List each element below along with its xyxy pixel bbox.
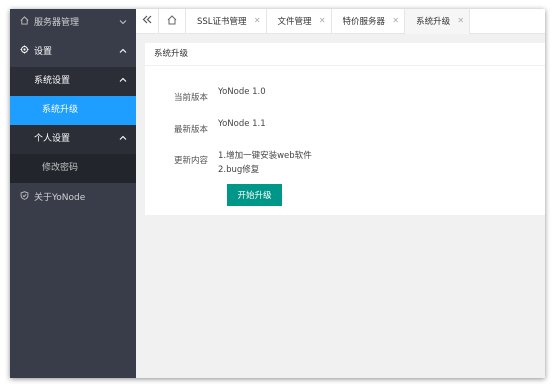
tab-ssl-certificates[interactable]: SSL证书管理 ✕ — [186, 9, 267, 33]
close-icon[interactable]: ✕ — [457, 16, 464, 25]
collapse-tabs-button[interactable] — [136, 9, 159, 33]
sidebar-item-label: 系统设置 — [34, 76, 71, 86]
close-icon[interactable]: ✕ — [392, 16, 399, 25]
chevron-down-icon — [119, 9, 127, 38]
tab-bar: SSL证书管理 ✕ 文件管理 ✕ 特价服务器 ✕ 系统升级 ✕ — [136, 9, 545, 34]
sidebar-item-change-password[interactable]: 修改密码 — [10, 154, 136, 183]
changes-label: 更新内容 — [173, 156, 208, 166]
tab-label: 系统升级 — [416, 17, 451, 27]
change-item: 1.增加一键安装web软件 — [218, 151, 312, 161]
home-tab-button[interactable] — [159, 9, 186, 33]
start-upgrade-button[interactable]: 开始升级 — [227, 184, 282, 206]
home-icon — [18, 9, 30, 38]
sidebar-item-about[interactable]: 关于YoNode — [10, 184, 136, 213]
close-icon[interactable]: ✕ — [254, 16, 261, 25]
latest-version-value: YoNode 1.1 — [218, 119, 266, 129]
latest-version-label: 最新版本 — [173, 125, 208, 135]
sidebar-item-settings[interactable]: 设置 — [10, 38, 136, 67]
main-area: SSL证书管理 ✕ 文件管理 ✕ 特价服务器 ✕ 系统升级 ✕ 系统升级 当前版… — [136, 9, 545, 378]
upgrade-card: 系统升级 当前版本 YoNode 1.0 最新版本 YoNode 1.1 更新内… — [145, 43, 545, 215]
double-chevron-left-icon — [142, 15, 152, 27]
current-version-label: 当前版本 — [173, 93, 208, 103]
tab-label: 特价服务器 — [342, 17, 386, 27]
tab-special-servers[interactable]: 特价服务器 ✕ — [332, 9, 406, 33]
gear-icon — [18, 38, 30, 67]
chevron-up-icon — [119, 38, 127, 67]
close-icon[interactable]: ✕ — [319, 16, 326, 25]
sidebar-item-label: 服务器管理 — [34, 18, 80, 28]
tab-label: SSL证书管理 — [197, 17, 247, 27]
sidebar-item-label: 设置 — [34, 47, 53, 57]
sidebar-item-label: 关于YoNode — [34, 193, 86, 203]
app-window: 服务器管理 设置 系统设置 系统升级 个人设置 修改密码 关于YoNode SS… — [10, 9, 545, 378]
sidebar: 服务器管理 设置 系统设置 系统升级 个人设置 修改密码 关于YoNode — [10, 9, 136, 378]
sidebar-submenu-settings: 系统设置 系统升级 个人设置 修改密码 — [10, 67, 136, 183]
sidebar-item-system-upgrade[interactable]: 系统升级 — [10, 96, 136, 125]
current-version-value: YoNode 1.0 — [218, 87, 266, 97]
sidebar-item-system-settings[interactable]: 系统设置 — [10, 67, 136, 96]
chevron-up-icon — [119, 125, 127, 154]
sidebar-item-personal-settings[interactable]: 个人设置 — [10, 125, 136, 154]
tab-system-upgrade[interactable]: 系统升级 ✕ — [405, 9, 471, 34]
shield-icon — [18, 184, 30, 213]
sidebar-item-label: 修改密码 — [42, 163, 79, 173]
sidebar-item-label: 系统升级 — [42, 105, 79, 115]
sidebar-submenu-personal: 修改密码 — [10, 154, 136, 183]
home-icon — [167, 14, 177, 28]
tab-label: 文件管理 — [277, 17, 312, 27]
card-title: 系统升级 — [145, 43, 545, 66]
change-item: 2.bug修复 — [218, 165, 260, 175]
sidebar-item-server-management[interactable]: 服务器管理 — [10, 9, 136, 38]
chevron-up-icon — [119, 67, 127, 96]
sidebar-item-label: 个人设置 — [34, 134, 71, 144]
tab-file-management[interactable]: 文件管理 ✕ — [267, 9, 332, 33]
